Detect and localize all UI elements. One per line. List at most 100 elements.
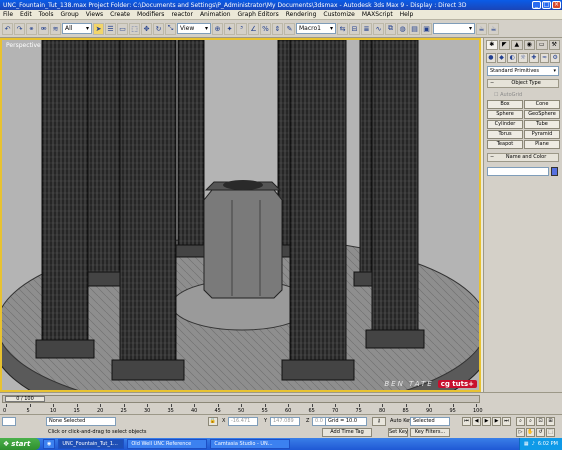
display-tab-icon[interactable]: ▭ xyxy=(536,40,548,50)
unlink-icon[interactable]: ⚮ xyxy=(38,22,49,35)
menu-animation[interactable]: Animation xyxy=(200,11,231,18)
menu-reactor[interactable]: reactor xyxy=(171,11,193,18)
menu-maxscript[interactable]: MAXScript xyxy=(362,11,393,18)
named-selection-dropdown[interactable]: Macro1 ▾ xyxy=(296,23,336,34)
select-rotate-icon[interactable]: ↻ xyxy=(153,22,164,35)
auto-key-label[interactable]: Auto Key xyxy=(390,418,412,424)
x-coordinate-field[interactable]: -16.471 xyxy=(228,417,258,426)
sphere-button[interactable]: Sphere xyxy=(487,110,523,119)
play-icon[interactable]: ▶ xyxy=(482,417,491,426)
object-type-rollout[interactable]: − Object Type xyxy=(487,79,559,88)
render-setup-icon[interactable]: ▤ xyxy=(409,22,420,35)
pivot-center-icon[interactable]: ⊕ xyxy=(212,22,223,35)
menu-edit[interactable]: Edit xyxy=(20,11,32,18)
menu-help[interactable]: Help xyxy=(400,11,414,18)
volume-icon[interactable]: ♪ xyxy=(532,441,535,447)
menu-modifiers[interactable]: Modifiers xyxy=(137,11,164,18)
torus-button[interactable]: Torus xyxy=(487,130,523,139)
menu-group[interactable]: Group xyxy=(60,11,78,18)
bind-spacewarp-icon[interactable]: ≋ xyxy=(50,22,61,35)
primitive-category-dropdown[interactable]: Standard Primitives ▾ xyxy=(487,66,559,76)
cone-button[interactable]: Cone xyxy=(524,100,560,109)
menu-customize[interactable]: Customize xyxy=(323,11,355,18)
taskbar-item-camtasia[interactable]: Camtasia Studio - UN... xyxy=(210,439,291,449)
menu-views[interactable]: Views xyxy=(86,11,103,18)
window-crossing-icon[interactable]: ⬚ xyxy=(129,22,140,35)
pan-icon[interactable]: ✋ xyxy=(526,428,535,437)
schematic-view-icon[interactable]: ⧉ xyxy=(385,22,396,35)
utilities-tab-icon[interactable]: ⚒ xyxy=(548,40,560,50)
maximize-button[interactable]: □ xyxy=(542,1,551,9)
reference-coordinate-dropdown[interactable]: View ▾ xyxy=(177,23,211,34)
zoom-extents-icon[interactable]: ⊡ xyxy=(536,417,545,426)
redo-icon[interactable]: ↷ xyxy=(14,22,25,35)
select-object-icon[interactable]: ➤ xyxy=(93,22,104,35)
zoom-extents-all-icon[interactable]: ⊞ xyxy=(546,417,555,426)
tube-button[interactable]: Tube xyxy=(524,120,560,129)
zoom-all-icon[interactable]: ⌕ xyxy=(526,417,535,426)
percent-snap-icon[interactable]: % xyxy=(260,22,271,35)
mirror-icon[interactable]: ⇆ xyxy=(337,22,348,35)
modify-tab-icon[interactable]: ◤ xyxy=(498,40,510,50)
rendered-frame-icon[interactable]: ▣ xyxy=(421,22,432,35)
cylinder-button[interactable]: Cylinder xyxy=(487,120,523,129)
plane-button[interactable]: Plane xyxy=(524,140,560,149)
link-icon[interactable]: ⚭ xyxy=(26,22,37,35)
rectangular-selection-icon[interactable]: ▭ xyxy=(117,22,128,35)
systems-icon[interactable]: ⚙ xyxy=(550,53,561,63)
set-key-icon[interactable]: ⚷ xyxy=(372,417,386,426)
create-tab-icon[interactable]: ✱ xyxy=(486,40,498,50)
pyramid-button[interactable]: Pyramid xyxy=(524,130,560,139)
spacewarps-icon[interactable]: ≈ xyxy=(539,53,550,63)
lock-selection-icon[interactable]: 🔒 xyxy=(208,417,218,426)
undo-icon[interactable]: ↶ xyxy=(2,22,13,35)
start-button[interactable]: ❖ start xyxy=(0,438,40,450)
maximize-viewport-icon[interactable]: ⬚ xyxy=(546,428,555,437)
menu-file[interactable]: File xyxy=(3,11,13,18)
close-button[interactable]: × xyxy=(552,1,561,9)
menu-graph-editors[interactable]: Graph Editors xyxy=(238,11,279,18)
box-button[interactable]: Box xyxy=(487,100,523,109)
y-coordinate-field[interactable]: 147.089 xyxy=(270,417,300,426)
taskbar-item-reference[interactable]: Old Well UNC Reference xyxy=(127,439,208,449)
shapes-icon[interactable]: ◆ xyxy=(496,53,507,63)
cameras-icon[interactable]: ☼ xyxy=(518,53,528,63)
object-color-swatch[interactable] xyxy=(551,167,558,176)
align-icon[interactable]: ⊟ xyxy=(349,22,360,35)
menu-tools[interactable]: Tools xyxy=(39,11,54,18)
lights-icon[interactable]: ◐ xyxy=(507,53,518,63)
minimize-button[interactable]: _ xyxy=(532,1,541,9)
add-time-tag-button[interactable]: Add Time Tag xyxy=(322,428,372,437)
menu-create[interactable]: Create xyxy=(110,11,130,18)
select-by-name-icon[interactable]: ☰ xyxy=(105,22,116,35)
layer-manager-icon[interactable]: ≣ xyxy=(361,22,372,35)
autogrid-checkbox[interactable]: ☐ AutoGrid xyxy=(484,91,562,99)
named-selection-icon[interactable]: ✎ xyxy=(284,22,295,35)
key-filters-button[interactable]: Key Filters... xyxy=(410,428,450,437)
name-and-color-rollout[interactable]: − Name and Color xyxy=(487,153,559,162)
curve-editor-icon[interactable]: ∿ xyxy=(373,22,384,35)
spinner-snap-icon[interactable]: ⇕ xyxy=(272,22,283,35)
auto-key-selection-dropdown[interactable]: Selected xyxy=(410,417,450,426)
zoom-icon[interactable]: ⌕ xyxy=(516,417,525,426)
angle-snap-icon[interactable]: ∠ xyxy=(248,22,259,35)
teapot-button[interactable]: Teapot xyxy=(487,140,523,149)
hierarchy-tab-icon[interactable]: ▲ xyxy=(511,40,523,50)
fov-icon[interactable]: ▷ xyxy=(516,428,525,437)
render-last-icon[interactable]: ☕ xyxy=(488,22,499,35)
select-move-icon[interactable]: ✥ xyxy=(141,22,152,35)
object-name-field[interactable] xyxy=(487,167,549,176)
next-frame-icon[interactable]: ▶ xyxy=(492,417,501,426)
select-manipulate-icon[interactable]: ✦ xyxy=(224,22,235,35)
quicklaunch-icon[interactable]: ◉ xyxy=(43,439,56,449)
go-to-end-icon[interactable]: ⏭ xyxy=(502,417,511,426)
helpers-icon[interactable]: ✚ xyxy=(528,53,539,63)
time-slider[interactable]: 0 / 100 xyxy=(2,395,480,403)
render-type-dropdown[interactable]: ▾ xyxy=(433,23,475,34)
snaps-toggle-icon[interactable]: ³ xyxy=(236,22,247,35)
orbit-icon[interactable]: ↺ xyxy=(536,428,545,437)
geosphere-button[interactable]: GeoSphere xyxy=(524,110,560,119)
timeline-ticks[interactable]: 0 5 10 15 20 25 30 35 40 45 50 55 60 65 70 75 80 85 90 95 10… xyxy=(2,404,483,414)
quick-render-icon[interactable]: ☕ xyxy=(476,22,487,35)
select-scale-icon[interactable]: ⤡ xyxy=(165,22,176,35)
